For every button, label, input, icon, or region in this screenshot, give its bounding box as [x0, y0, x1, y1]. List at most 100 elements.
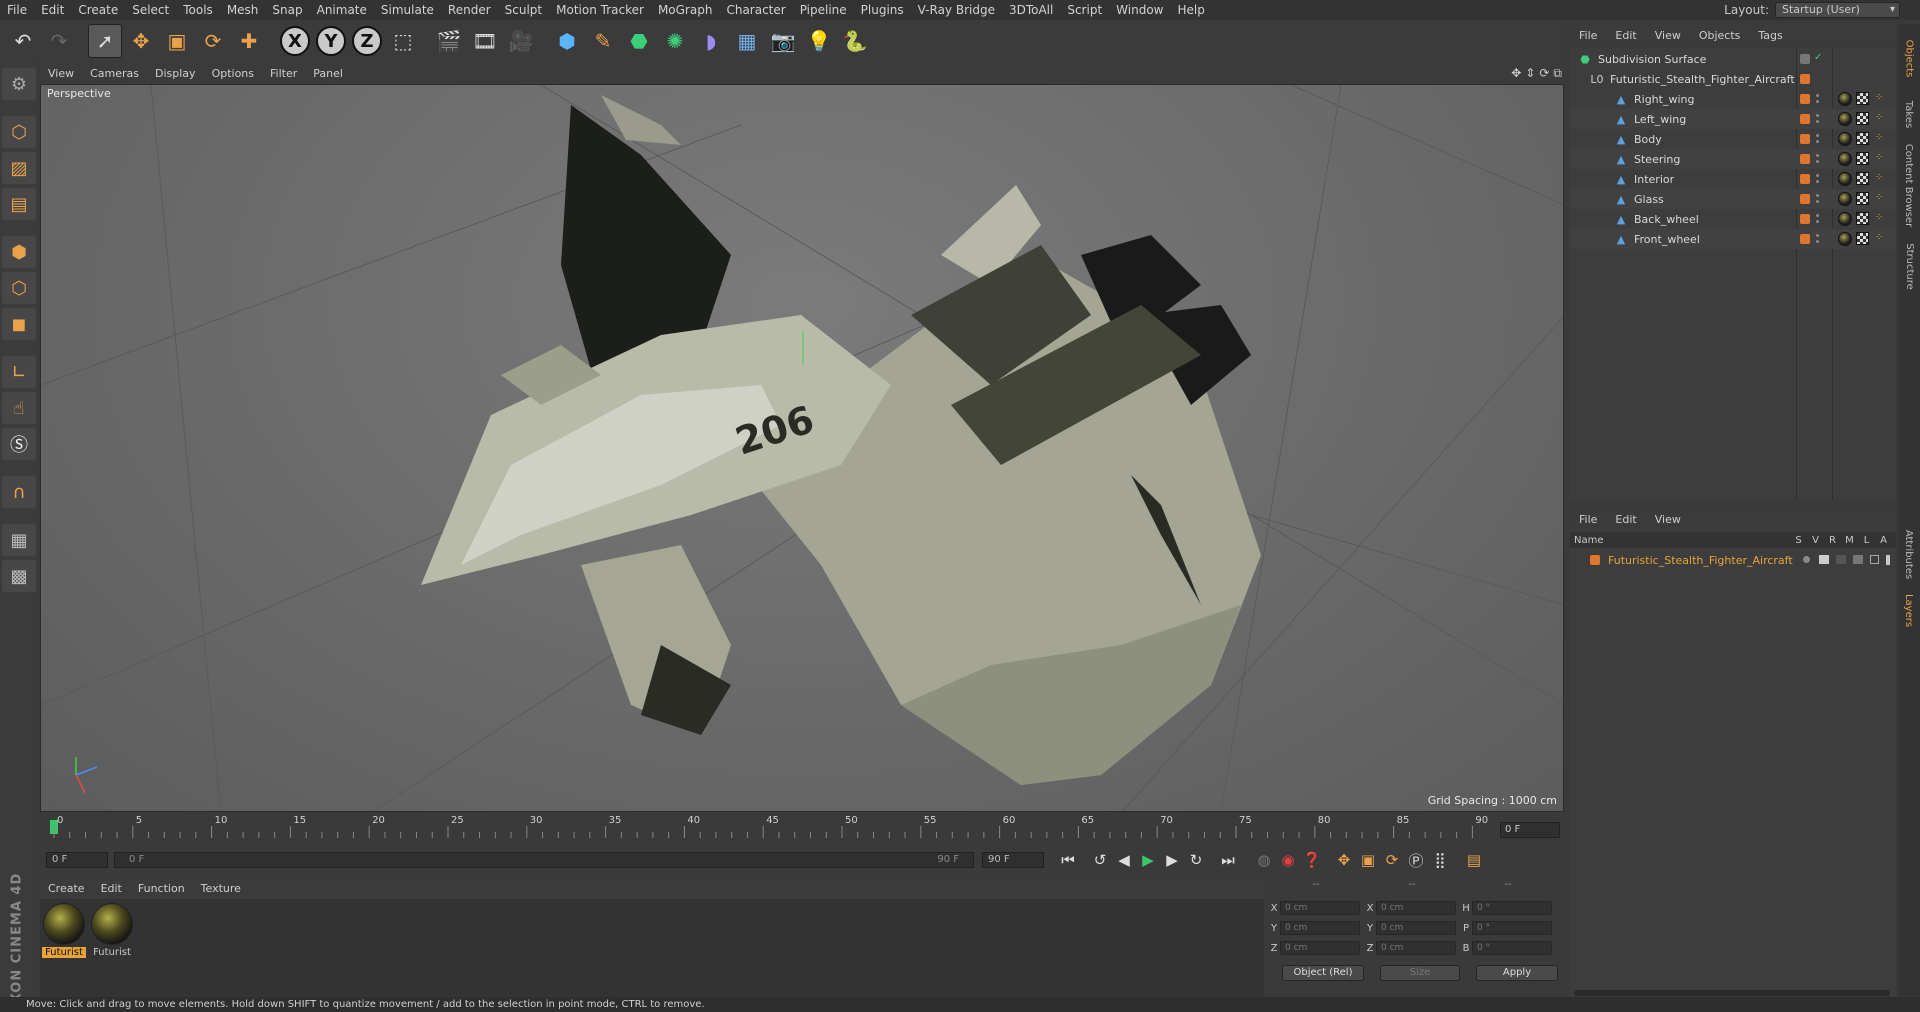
3d-viewport[interactable]: 206 Perspective Grid Spacing : 1000 cm — [40, 84, 1564, 812]
array-icon[interactable]: ✺ — [658, 24, 692, 58]
size-z-field[interactable]: 0 cm — [1376, 941, 1456, 955]
current-frame-field[interactable]: 0 F — [1500, 822, 1560, 838]
tab-takes[interactable]: Takes — [1900, 94, 1918, 134]
render-visibility-dot[interactable] — [1816, 100, 1819, 103]
record-keys-icon[interactable]: ◍ — [1252, 848, 1276, 872]
layer-color-tag[interactable] — [1800, 174, 1810, 184]
coordinate-mode-dropdown[interactable]: Object (Rel) — [1282, 965, 1364, 981]
object-menu-view[interactable]: View — [1646, 29, 1690, 42]
size-x-field[interactable]: 0 cm — [1376, 901, 1456, 915]
material-menu-texture[interactable]: Texture — [193, 882, 249, 895]
render-visibility-dot[interactable] — [1816, 160, 1819, 163]
material-menu-create[interactable]: Create — [40, 882, 93, 895]
texture-tag-icon[interactable] — [1856, 132, 1869, 145]
texture-tag-icon[interactable] — [1856, 232, 1869, 245]
apply-button[interactable]: Apply — [1476, 965, 1558, 981]
layout-select[interactable]: Startup (User) — [1775, 2, 1900, 18]
y-axis-toggle[interactable]: Y — [314, 24, 348, 58]
workplane-icon[interactable]: ▤ — [2, 188, 36, 220]
planar-workplane-icon[interactable]: ▩ — [2, 560, 36, 592]
texture-tag-icon[interactable] — [1856, 172, 1869, 185]
object-row-right-wing[interactable]: ▲ Right_wing ⁘ — [1570, 89, 1896, 109]
viewport-menu-panel[interactable]: Panel — [305, 67, 351, 80]
material-tag-icon[interactable] — [1838, 112, 1852, 126]
viewport-menu-cameras[interactable]: Cameras — [82, 67, 147, 80]
rotation-b-field[interactable]: 0 ° — [1472, 941, 1552, 955]
move-tool-icon[interactable]: ✥ — [124, 24, 158, 58]
editor-visibility-dot[interactable] — [1816, 174, 1819, 177]
object-row-steering[interactable]: ▲ Steering ⁘ — [1570, 149, 1896, 169]
object-menu-tags[interactable]: Tags — [1749, 29, 1791, 42]
menu-plugins[interactable]: Plugins — [854, 0, 911, 20]
redo-icon[interactable]: ↷ — [42, 24, 76, 58]
object-menu-file[interactable]: File — [1570, 29, 1606, 42]
render-visibility-dot[interactable] — [1816, 200, 1819, 203]
layer-view-icon[interactable] — [1819, 555, 1829, 564]
render-view-icon[interactable]: 🎬 — [432, 24, 466, 58]
autokey-icon[interactable]: ◉ — [1276, 848, 1300, 872]
editor-visibility-dot[interactable] — [1816, 134, 1819, 137]
key-scale-icon[interactable]: ▣ — [1356, 848, 1380, 872]
position-y-field[interactable]: 0 cm — [1280, 921, 1360, 935]
play-icon[interactable]: ▶ — [1136, 848, 1160, 872]
uvw-tag-icon[interactable]: ⁘ — [1875, 213, 1885, 223]
keyframe-selection-icon[interactable]: ❓ — [1300, 848, 1324, 872]
goto-end-icon[interactable]: ⏭ — [1216, 848, 1240, 872]
rotate-tool-icon[interactable]: ⟳ — [196, 24, 230, 58]
material-tag-icon[interactable] — [1838, 92, 1852, 106]
next-frame-icon[interactable]: ▶ — [1160, 848, 1184, 872]
texture-tag-icon[interactable] — [1856, 212, 1869, 225]
menu-snap[interactable]: Snap — [265, 0, 309, 20]
menu-character[interactable]: Character — [719, 0, 792, 20]
object-menu-objects[interactable]: Objects — [1690, 29, 1750, 42]
texture-tag-icon[interactable] — [1856, 152, 1869, 165]
menu-create[interactable]: Create — [71, 0, 125, 20]
layer-color-tag[interactable] — [1800, 134, 1810, 144]
menu-select[interactable]: Select — [125, 0, 176, 20]
menu-sculpt[interactable]: Sculpt — [498, 0, 549, 20]
uvw-tag-icon[interactable]: ⁘ — [1875, 133, 1885, 143]
viewport-menu-options[interactable]: Options — [204, 67, 262, 80]
material-tag-icon[interactable] — [1838, 152, 1852, 166]
deformer-icon[interactable]: ◗ — [694, 24, 728, 58]
editor-visibility-dot[interactable] — [1816, 214, 1819, 217]
menu-pipeline[interactable]: Pipeline — [793, 0, 854, 20]
position-x-field[interactable]: 0 cm — [1280, 901, 1360, 915]
snap-icon[interactable]: Ⓢ — [2, 428, 36, 460]
editor-visibility-dot[interactable] — [1816, 194, 1819, 197]
tab-structure[interactable]: Structure — [1900, 236, 1918, 296]
layer-color-tag[interactable] — [1800, 234, 1810, 244]
magnet-icon[interactable]: ∩ — [2, 476, 36, 508]
object-row-aircraft[interactable]: L0 Futuristic_Stealth_Fighter_Aircraft — [1570, 69, 1896, 89]
select-tool-icon[interactable]: ➚ — [88, 24, 122, 58]
menu-simulate[interactable]: Simulate — [374, 0, 441, 20]
uvw-tag-icon[interactable]: ⁘ — [1875, 93, 1885, 103]
layer-toggle[interactable] — [1800, 54, 1810, 64]
editor-visibility-dot[interactable] — [1816, 114, 1819, 117]
material-tag-icon[interactable] — [1838, 132, 1852, 146]
menu-file[interactable]: File — [0, 0, 34, 20]
layer-color-tag[interactable] — [1800, 94, 1810, 104]
lock-workplane-icon[interactable]: ▦ — [2, 524, 36, 556]
key-rotation-icon[interactable]: ⟳ — [1380, 848, 1404, 872]
editor-visibility-dot[interactable] — [1816, 154, 1819, 157]
uvw-tag-icon[interactable]: ⁘ — [1875, 113, 1885, 123]
layer-solo-icon[interactable] — [1803, 556, 1810, 563]
menu-motion-tracker[interactable]: Motion Tracker — [549, 0, 651, 20]
object-row-glass[interactable]: ▲ Glass ⁘ — [1570, 189, 1896, 209]
layer-color-tag[interactable] — [1800, 154, 1810, 164]
goto-next-key-icon[interactable]: ↻ — [1184, 848, 1208, 872]
menu-3dtoall[interactable]: 3DToAll — [1002, 0, 1060, 20]
render-visibility-dot[interactable] — [1816, 220, 1819, 223]
menu-mograph[interactable]: MoGraph — [651, 0, 720, 20]
object-row-subdivision-surface[interactable]: ⬣ Subdivision Surface ✓ — [1570, 49, 1896, 69]
uvw-tag-icon[interactable]: ⁘ — [1875, 233, 1885, 243]
layer-render-icon[interactable] — [1836, 555, 1846, 564]
menu-edit[interactable]: Edit — [34, 0, 71, 20]
edges-mode-icon[interactable]: ⬡ — [2, 272, 36, 304]
tweak-mode-icon[interactable]: ☝ — [2, 392, 36, 424]
tab-attributes[interactable]: Attributes — [1900, 524, 1918, 584]
render-visibility-dot[interactable] — [1816, 140, 1819, 143]
layer-manager-icon[interactable] — [1853, 555, 1863, 564]
viewport-menu-display[interactable]: Display — [147, 67, 204, 80]
